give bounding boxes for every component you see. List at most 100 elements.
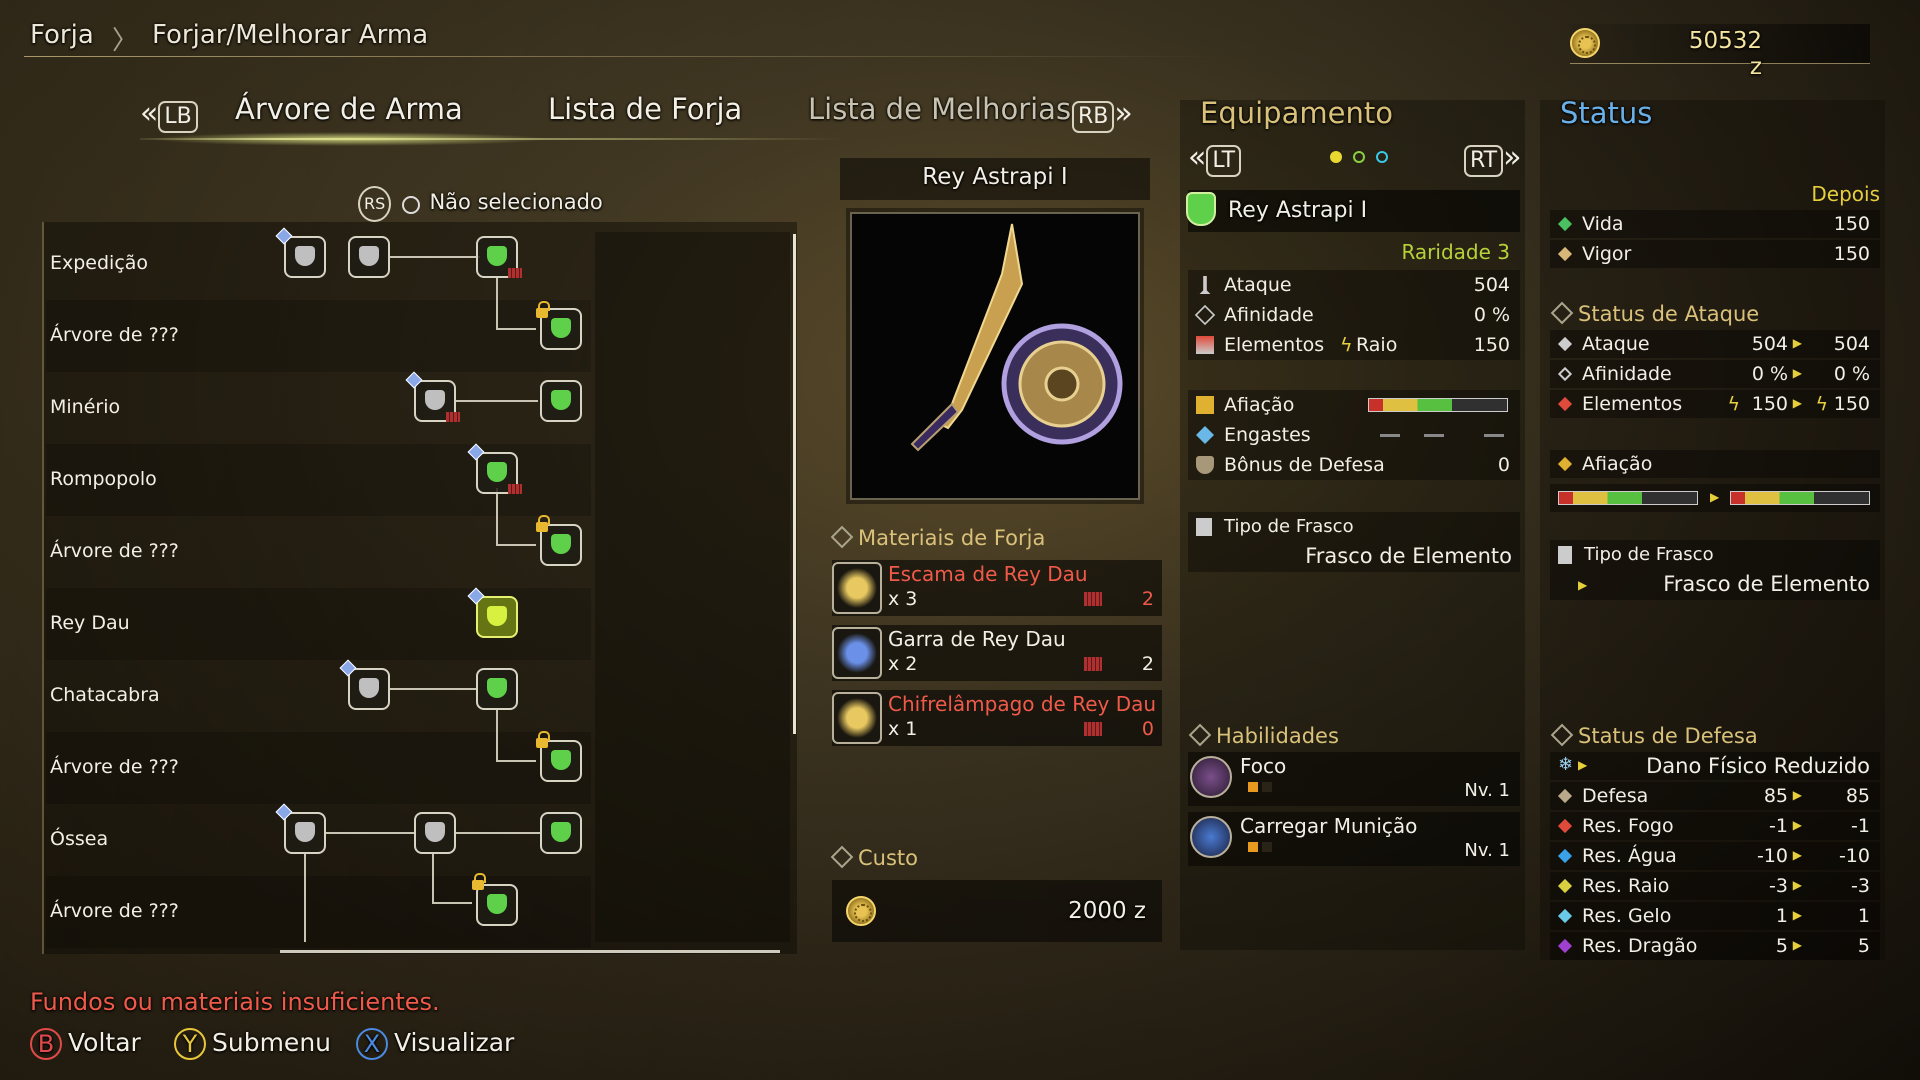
status-label: Defesa	[1582, 785, 1649, 807]
next-equipment-button[interactable]: RT»	[1464, 140, 1521, 177]
submenu-hint[interactable]: Y Submenu	[174, 1028, 331, 1060]
tab-forge-list[interactable]: Lista de Forja	[548, 92, 742, 126]
tree-horizontal-scrollbar[interactable]	[280, 950, 780, 953]
tree-row[interactable]: Árvore de ???	[46, 732, 591, 804]
arrow-right-icon: ▶	[1792, 396, 1802, 410]
double-chevron-right-icon: »	[1114, 96, 1133, 131]
value-after: -1	[1851, 815, 1870, 837]
tree-row-label: Óssea	[50, 828, 109, 850]
health-icon	[1557, 216, 1573, 232]
health-row: Vida 150	[1550, 210, 1880, 238]
resistance-icon	[1557, 788, 1573, 804]
weapon-node[interactable]	[476, 668, 518, 710]
affinity-icon	[1194, 304, 1216, 326]
tree-link	[496, 708, 498, 760]
status-phial-label: Tipo de Frasco	[1584, 544, 1714, 565]
element-icon	[1196, 336, 1214, 354]
tab-weapon-tree[interactable]: Árvore de Arma	[235, 92, 463, 126]
thunder-icon: ϟ	[1340, 334, 1353, 356]
material-row[interactable]: Chifrelâmpago de Rey Dau x 1 0	[832, 690, 1162, 746]
tree-row[interactable]: Minério	[46, 372, 591, 444]
section-diamond-icon	[830, 845, 854, 869]
sharpness-label: Afiação	[1582, 453, 1653, 475]
value-before: 5	[1775, 935, 1788, 957]
tree-link	[390, 256, 480, 258]
zenny-coin-icon	[846, 896, 876, 926]
weapon-node[interactable]	[348, 668, 390, 710]
prev-equipment-button[interactable]: «LT	[1188, 140, 1242, 177]
sharpness-row: Afiação	[1188, 390, 1520, 420]
affinity-icon	[1557, 366, 1573, 382]
attack-icon	[1557, 336, 1573, 352]
status-label: Res. Água	[1582, 845, 1677, 867]
phial-icon	[1558, 546, 1572, 564]
back-hint[interactable]: B Voltar	[30, 1028, 141, 1060]
double-chevron-left-icon: «	[140, 96, 159, 131]
status-label: Res. Dragão	[1582, 935, 1698, 957]
defense-stat-row: Res. Dragão 5 ▶ 5	[1550, 932, 1880, 960]
skill-level-pip	[1248, 842, 1258, 852]
section-diamond-icon	[1550, 723, 1574, 747]
material-row[interactable]: Escama de Rey Dau x 3 2	[832, 560, 1162, 616]
view-hint[interactable]: X Visualizar	[356, 1028, 514, 1060]
attack-status-header: Status de Ataque	[1550, 301, 1759, 326]
affinity-value: 0 %	[1473, 304, 1510, 326]
equipment-header: Equipamento	[1200, 96, 1393, 130]
value-after: 5	[1857, 935, 1870, 957]
arrow-right-icon: ▶	[1578, 758, 1588, 772]
tree-link	[496, 760, 536, 762]
weapon-node[interactable]	[284, 236, 326, 278]
tree-row-label: Árvore de ???	[50, 540, 179, 562]
status-affinity-row: Afinidade 0 % ▶ 0 %	[1550, 360, 1880, 388]
material-qty: x 3	[888, 588, 918, 610]
value-after: 150	[1833, 393, 1870, 415]
weapon-node[interactable]	[476, 884, 518, 926]
tree-vertical-scrollbar[interactable]	[793, 234, 796, 734]
x-button-icon: X	[356, 1028, 388, 1060]
tree-link	[496, 544, 536, 546]
tree-link	[456, 832, 540, 834]
value-after: 85	[1845, 785, 1870, 807]
sharpness-compare: ▶	[1550, 484, 1880, 512]
next-tab-button[interactable]: RB»	[1072, 96, 1133, 133]
weapon-node[interactable]	[414, 812, 456, 854]
skill-row[interactable]: Foco Nv. 1	[1188, 752, 1520, 806]
weapon-node[interactable]	[540, 380, 582, 422]
tree-right-column	[595, 232, 790, 942]
status-label: Res. Raio	[1582, 875, 1670, 897]
skill-row[interactable]: Carregar Munição Nv. 1	[1188, 812, 1520, 866]
tab-upgrade-list[interactable]: Lista de Melhorias	[808, 92, 1071, 126]
material-row[interactable]: Garra de Rey Dau x 2 2	[832, 625, 1162, 681]
lock-icon	[536, 731, 550, 748]
weapon-node[interactable]	[540, 812, 582, 854]
weapon-node[interactable]	[348, 236, 390, 278]
rb-button-label: RB	[1072, 101, 1115, 133]
breadcrumb-root[interactable]: Forja	[30, 20, 94, 50]
material-marker-icon	[508, 268, 522, 278]
section-diamond-icon	[830, 525, 854, 549]
rarity-label: Raridade 3	[1401, 240, 1510, 264]
section-diamond-icon	[1188, 723, 1212, 747]
prev-tab-button[interactable]: «LB	[140, 96, 198, 133]
materials-header-label: Materiais de Forja	[858, 526, 1046, 550]
element-type: Raio	[1356, 334, 1398, 356]
value-after: 0 %	[1833, 363, 1870, 385]
element-value: 150	[1473, 334, 1510, 356]
lock-icon	[536, 515, 550, 532]
filter-control[interactable]: RS Não selecionado	[358, 186, 603, 222]
tree-link	[496, 328, 536, 330]
tree-row[interactable]: Árvore de ???	[46, 300, 591, 372]
selected-weapon-node[interactable]	[476, 596, 518, 638]
skill-level-pip	[1262, 842, 1272, 852]
value-before: 1	[1775, 905, 1788, 927]
attack-value: 504	[1473, 274, 1510, 296]
defense-status-header: Status de Defesa	[1550, 723, 1758, 748]
tree-link	[432, 852, 434, 902]
weapon-node[interactable]	[284, 812, 326, 854]
skill-name: Foco	[1240, 754, 1287, 778]
cost-header: Custo	[830, 845, 918, 870]
tree-link	[454, 400, 538, 402]
tree-row[interactable]: Árvore de ???	[46, 516, 591, 588]
zenny-coin-icon	[1570, 28, 1600, 58]
phial-icon	[1196, 518, 1212, 536]
